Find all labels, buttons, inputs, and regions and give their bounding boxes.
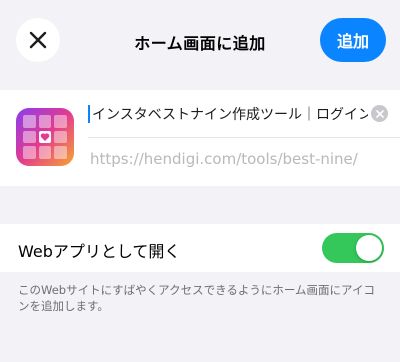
heart-icon — [38, 130, 52, 144]
divider — [88, 137, 400, 138]
webapp-toggle-label: Webアプリとして開く — [18, 242, 181, 261]
name-input[interactable]: インスタベストナイン作成ツール｜ログイン不要 — [88, 102, 388, 126]
webapp-toggle-switch[interactable] — [322, 233, 384, 263]
webapp-toggle-row: Webアプリとして開く — [0, 224, 400, 272]
text-caret — [88, 105, 90, 123]
add-button[interactable]: 追加 — [320, 18, 386, 62]
clear-text-button[interactable] — [371, 105, 388, 122]
best-nine-grid-icon — [16, 108, 74, 166]
url-label: https://hendigi.com/tools/best-nine/ — [90, 150, 358, 168]
clear-icon — [375, 109, 384, 118]
bookmark-card: インスタベストナイン作成ツール｜ログイン不要 https://hendigi.c… — [0, 90, 400, 186]
name-input-value: インスタベストナイン作成ツール｜ログイン不要 — [92, 107, 368, 123]
toggle-knob — [356, 235, 382, 261]
footnote-text: このWebサイトにすばやくアクセスできるようにホーム画面にアイコンを追加します。 — [18, 283, 375, 313]
add-to-home-sheet: ホーム画面に追加 追加 インスタベストナイン作成ツール｜ログイン不要 — [0, 0, 400, 362]
